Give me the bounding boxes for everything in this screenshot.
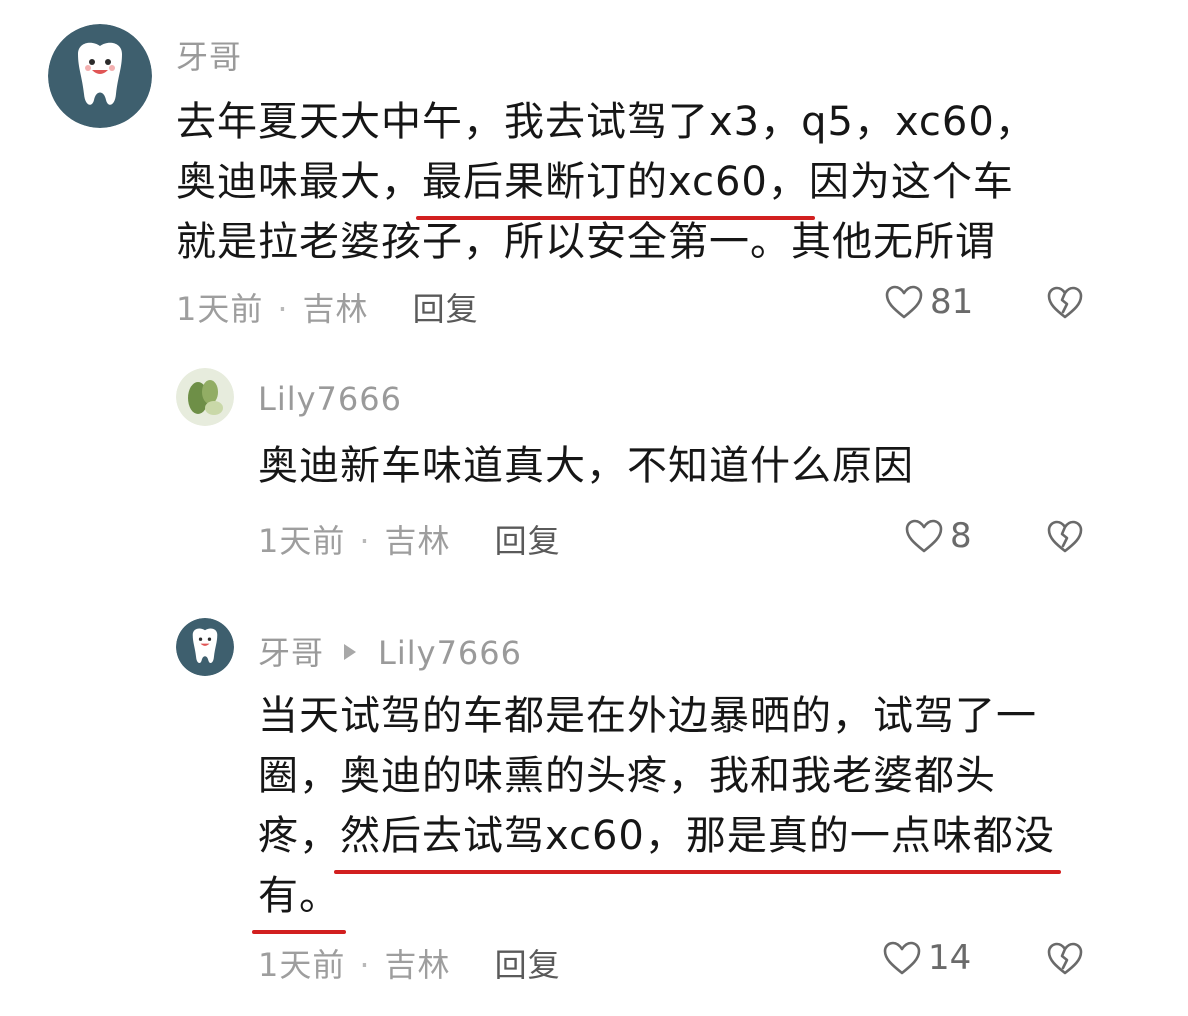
like-button[interactable]: 14 [882,938,971,978]
text-line: 去年夏天大中午，我去试驾了x3，q5，xc60， [176,92,1036,152]
text-line: 就是拉老婆孩子，所以安全第一。其他无所谓 [176,212,1036,272]
broken-heart-icon[interactable] [1046,520,1084,554]
reply-header: 牙哥 Lily7666 [258,628,522,674]
text-line: 奥迪味最大，最后果断订的xc60，因为这个车 [176,152,1036,220]
username[interactable]: 牙哥 [176,32,242,78]
timestamp: 1天前 [176,290,264,328]
text-segment: 就是拉老婆孩子，所以安全第一。其他无所谓 [176,219,996,265]
text-segment: 圈，奥迪的味熏的头疼，我和我老婆都头 [258,753,996,799]
text-segment: 奥迪味最大， [176,159,422,205]
avatar[interactable] [176,368,234,426]
comment-meta: 1天前 · 吉林 回复 [258,940,561,986]
text-segment: 疼， [258,813,340,859]
text-line: 奥迪新车味道真大，不知道什么原因 [258,436,914,496]
text-line: 当天试驾的车都是在外边暴晒的，试驾了一 [258,686,1055,746]
location: 吉林 [302,290,369,328]
separator-dot: · [359,522,371,560]
tooth-avatar-icon [176,618,234,676]
comment-meta: 1天前 · 吉林 回复 [176,284,479,330]
separator-dot: · [277,290,289,328]
username[interactable]: Lily7666 [258,380,402,418]
like-button[interactable]: 81 [884,282,973,322]
username[interactable]: 牙哥 [258,634,324,672]
text-line: 疼，然后去试驾xc60，那是真的一点味都没 [258,806,1061,874]
avatar[interactable] [48,24,152,128]
text-segment: 去年夏天大中午，我去试驾了x3，q5，xc60， [176,99,1036,145]
reply-item: 牙哥 Lily7666 当天试驾的车都是在外边暴晒的，试驾了一 圈，奥迪的味熏的头… [0,600,1188,1016]
comment-meta: 1天前 · 吉林 回复 [258,516,561,562]
like-count: 8 [950,516,972,556]
reply-item: Lily7666 奥迪新车味道真大，不知道什么原因 1天前 · 吉林 回复 8 [0,360,1188,580]
tooth-avatar-icon [48,24,152,128]
underlined-text: 有。 [252,866,346,934]
underlined-text: 最后果断订的xc60， [416,152,815,220]
like-count: 14 [928,938,972,978]
underlined-text: 然后去试驾xc60，那是真的一点味都没 [334,806,1061,874]
heart-outline-icon [885,285,923,319]
heart-outline-icon [883,941,921,975]
text-line: 有。 [252,866,1055,934]
reply-button[interactable]: 回复 [495,946,561,984]
comment-text: 当天试驾的车都是在外边暴晒的，试驾了一 圈，奥迪的味熏的头疼，我和我老婆都头 疼… [252,686,1061,934]
reply-button[interactable]: 回复 [413,290,479,328]
comment-text: 去年夏天大中午，我去试驾了x3，q5，xc60， 奥迪味最大，最后果断订的xc6… [176,92,1036,272]
triangle-right-icon [344,644,357,660]
broken-heart-icon[interactable] [1046,286,1084,320]
like-count: 81 [930,282,974,322]
avatar[interactable] [176,618,234,676]
heart-outline-icon [905,519,943,553]
timestamp: 1天前 [258,946,346,984]
text-segment: 因为这个车 [808,159,1014,205]
location: 吉林 [384,946,451,984]
broken-heart-icon[interactable] [1046,942,1084,976]
comment-item: 牙哥 去年夏天大中午，我去试驾了x3，q5，xc60， 奥迪味最大，最后果断订的… [0,0,1188,360]
timestamp: 1天前 [258,522,346,560]
like-button[interactable]: 8 [904,516,972,556]
text-line: 圈，奥迪的味熏的头疼，我和我老婆都头 [258,746,1055,806]
reply-to-username[interactable]: Lily7666 [378,634,522,672]
text-segment: 当天试驾的车都是在外边暴晒的，试驾了一 [258,693,1037,739]
location: 吉林 [384,522,451,560]
comment-text: 奥迪新车味道真大，不知道什么原因 [258,436,914,496]
reply-button[interactable]: 回复 [495,522,561,560]
separator-dot: · [359,946,371,984]
text-segment: 奥迪新车味道真大，不知道什么原因 [258,443,914,489]
plant-avatar-icon [176,368,234,426]
